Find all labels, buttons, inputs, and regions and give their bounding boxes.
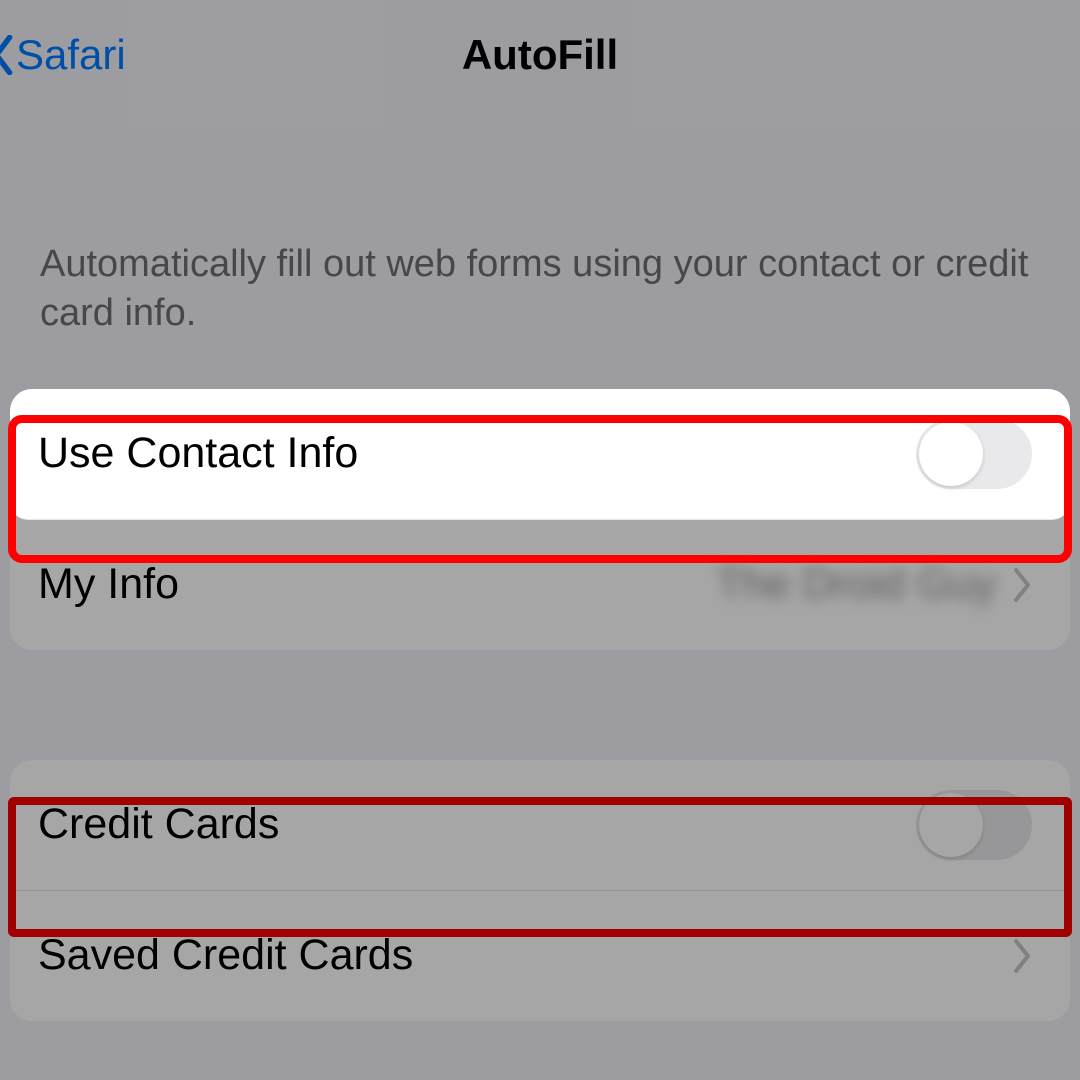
chevron-right-icon (1012, 939, 1032, 973)
credit-cards-label: Credit Cards (38, 800, 279, 849)
contact-info-section: Use Contact Info My Info The Droid Guy (10, 389, 1070, 650)
use-contact-info-row[interactable]: Use Contact Info (10, 389, 1070, 520)
chevron-right-icon (1012, 568, 1032, 602)
nav-header: Safari AutoFill (0, 0, 1080, 110)
use-contact-info-toggle[interactable] (916, 419, 1032, 489)
credit-cards-row[interactable]: Credit Cards (10, 760, 1070, 891)
my-info-right: The Droid Guy (716, 560, 1032, 609)
credit-cards-toggle[interactable] (916, 790, 1032, 860)
back-label: Safari (16, 31, 126, 79)
my-info-value: The Droid Guy (716, 560, 996, 609)
saved-credit-cards-right (1012, 939, 1032, 973)
saved-credit-cards-row[interactable]: Saved Credit Cards (10, 891, 1070, 1021)
page-title: AutoFill (462, 31, 618, 79)
use-contact-info-label: Use Contact Info (38, 429, 358, 478)
credit-cards-section: Credit Cards Saved Credit Cards (10, 760, 1070, 1021)
section-description: Automatically fill out web forms using y… (0, 240, 1080, 339)
saved-credit-cards-label: Saved Credit Cards (38, 931, 413, 980)
back-button[interactable]: Safari (0, 31, 126, 79)
my-info-row[interactable]: My Info The Droid Guy (10, 520, 1070, 650)
my-info-label: My Info (38, 560, 179, 609)
chevron-left-icon (0, 35, 14, 75)
toggle-knob (919, 793, 983, 857)
toggle-knob (919, 422, 983, 486)
